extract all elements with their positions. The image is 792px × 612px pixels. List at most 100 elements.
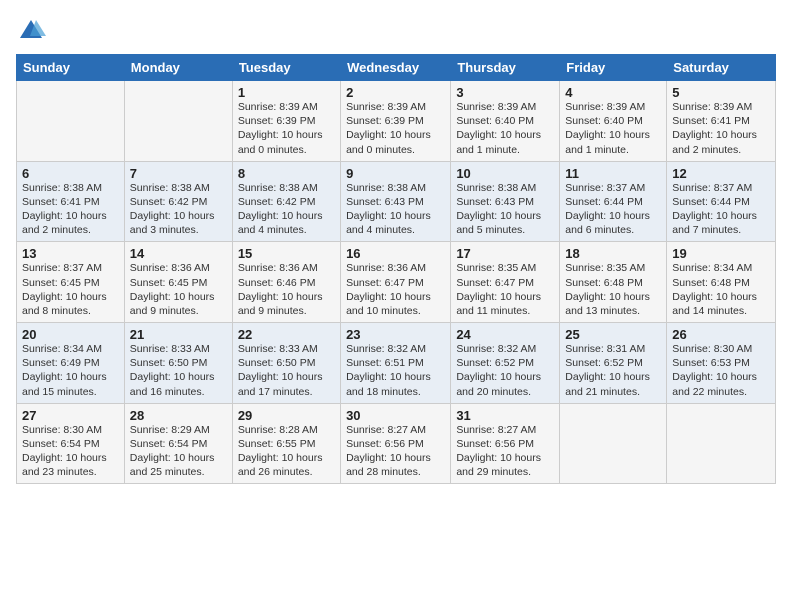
day-info: Sunrise: 8:39 AM Sunset: 6:41 PM Dayligh… [672, 100, 770, 157]
day-number: 15 [238, 246, 335, 261]
calendar-cell: 30Sunrise: 8:27 AM Sunset: 6:56 PM Dayli… [341, 403, 451, 484]
day-number: 10 [456, 166, 554, 181]
day-number: 19 [672, 246, 770, 261]
day-info: Sunrise: 8:38 AM Sunset: 6:42 PM Dayligh… [130, 181, 227, 238]
calendar-cell: 25Sunrise: 8:31 AM Sunset: 6:52 PM Dayli… [560, 323, 667, 404]
day-info: Sunrise: 8:37 AM Sunset: 6:44 PM Dayligh… [672, 181, 770, 238]
week-row-5: 27Sunrise: 8:30 AM Sunset: 6:54 PM Dayli… [17, 403, 776, 484]
week-row-4: 20Sunrise: 8:34 AM Sunset: 6:49 PM Dayli… [17, 323, 776, 404]
day-info: Sunrise: 8:38 AM Sunset: 6:43 PM Dayligh… [346, 181, 445, 238]
day-info: Sunrise: 8:36 AM Sunset: 6:45 PM Dayligh… [130, 261, 227, 318]
day-number: 14 [130, 246, 227, 261]
header-saturday: Saturday [667, 55, 776, 81]
calendar-cell [560, 403, 667, 484]
day-number: 11 [565, 166, 661, 181]
calendar-cell: 8Sunrise: 8:38 AM Sunset: 6:42 PM Daylig… [232, 161, 340, 242]
day-info: Sunrise: 8:32 AM Sunset: 6:51 PM Dayligh… [346, 342, 445, 399]
day-info: Sunrise: 8:30 AM Sunset: 6:53 PM Dayligh… [672, 342, 770, 399]
day-info: Sunrise: 8:38 AM Sunset: 6:43 PM Dayligh… [456, 181, 554, 238]
logo-icon [16, 16, 46, 46]
day-number: 24 [456, 327, 554, 342]
calendar-cell: 12Sunrise: 8:37 AM Sunset: 6:44 PM Dayli… [667, 161, 776, 242]
day-info: Sunrise: 8:37 AM Sunset: 6:44 PM Dayligh… [565, 181, 661, 238]
calendar-header: SundayMondayTuesdayWednesdayThursdayFrid… [17, 55, 776, 81]
day-number: 2 [346, 85, 445, 100]
day-info: Sunrise: 8:34 AM Sunset: 6:48 PM Dayligh… [672, 261, 770, 318]
day-info: Sunrise: 8:36 AM Sunset: 6:46 PM Dayligh… [238, 261, 335, 318]
day-info: Sunrise: 8:35 AM Sunset: 6:47 PM Dayligh… [456, 261, 554, 318]
calendar-cell: 5Sunrise: 8:39 AM Sunset: 6:41 PM Daylig… [667, 81, 776, 162]
day-number: 25 [565, 327, 661, 342]
day-number: 31 [456, 408, 554, 423]
week-row-3: 13Sunrise: 8:37 AM Sunset: 6:45 PM Dayli… [17, 242, 776, 323]
day-info: Sunrise: 8:37 AM Sunset: 6:45 PM Dayligh… [22, 261, 119, 318]
header-wednesday: Wednesday [341, 55, 451, 81]
day-number: 28 [130, 408, 227, 423]
day-number: 3 [456, 85, 554, 100]
week-row-2: 6Sunrise: 8:38 AM Sunset: 6:41 PM Daylig… [17, 161, 776, 242]
calendar-cell: 27Sunrise: 8:30 AM Sunset: 6:54 PM Dayli… [17, 403, 125, 484]
day-info: Sunrise: 8:27 AM Sunset: 6:56 PM Dayligh… [456, 423, 554, 480]
day-number: 5 [672, 85, 770, 100]
day-info: Sunrise: 8:30 AM Sunset: 6:54 PM Dayligh… [22, 423, 119, 480]
day-info: Sunrise: 8:27 AM Sunset: 6:56 PM Dayligh… [346, 423, 445, 480]
calendar-cell: 22Sunrise: 8:33 AM Sunset: 6:50 PM Dayli… [232, 323, 340, 404]
day-info: Sunrise: 8:33 AM Sunset: 6:50 PM Dayligh… [238, 342, 335, 399]
calendar-cell: 18Sunrise: 8:35 AM Sunset: 6:48 PM Dayli… [560, 242, 667, 323]
calendar-cell: 19Sunrise: 8:34 AM Sunset: 6:48 PM Dayli… [667, 242, 776, 323]
calendar-table: SundayMondayTuesdayWednesdayThursdayFrid… [16, 54, 776, 484]
day-number: 1 [238, 85, 335, 100]
day-number: 16 [346, 246, 445, 261]
day-number: 27 [22, 408, 119, 423]
calendar-cell: 4Sunrise: 8:39 AM Sunset: 6:40 PM Daylig… [560, 81, 667, 162]
calendar-cell: 10Sunrise: 8:38 AM Sunset: 6:43 PM Dayli… [451, 161, 560, 242]
calendar-body: 1Sunrise: 8:39 AM Sunset: 6:39 PM Daylig… [17, 81, 776, 484]
day-info: Sunrise: 8:39 AM Sunset: 6:40 PM Dayligh… [565, 100, 661, 157]
calendar-cell: 28Sunrise: 8:29 AM Sunset: 6:54 PM Dayli… [124, 403, 232, 484]
header-monday: Monday [124, 55, 232, 81]
day-number: 13 [22, 246, 119, 261]
calendar-cell: 23Sunrise: 8:32 AM Sunset: 6:51 PM Dayli… [341, 323, 451, 404]
day-number: 6 [22, 166, 119, 181]
day-number: 30 [346, 408, 445, 423]
day-info: Sunrise: 8:38 AM Sunset: 6:41 PM Dayligh… [22, 181, 119, 238]
header-tuesday: Tuesday [232, 55, 340, 81]
week-row-1: 1Sunrise: 8:39 AM Sunset: 6:39 PM Daylig… [17, 81, 776, 162]
day-info: Sunrise: 8:39 AM Sunset: 6:39 PM Dayligh… [346, 100, 445, 157]
calendar-cell [17, 81, 125, 162]
calendar-cell: 2Sunrise: 8:39 AM Sunset: 6:39 PM Daylig… [341, 81, 451, 162]
day-info: Sunrise: 8:33 AM Sunset: 6:50 PM Dayligh… [130, 342, 227, 399]
calendar-cell [124, 81, 232, 162]
day-info: Sunrise: 8:39 AM Sunset: 6:39 PM Dayligh… [238, 100, 335, 157]
calendar-cell: 14Sunrise: 8:36 AM Sunset: 6:45 PM Dayli… [124, 242, 232, 323]
day-number: 12 [672, 166, 770, 181]
day-info: Sunrise: 8:29 AM Sunset: 6:54 PM Dayligh… [130, 423, 227, 480]
calendar-cell [667, 403, 776, 484]
calendar-cell: 29Sunrise: 8:28 AM Sunset: 6:55 PM Dayli… [232, 403, 340, 484]
calendar-cell: 31Sunrise: 8:27 AM Sunset: 6:56 PM Dayli… [451, 403, 560, 484]
day-info: Sunrise: 8:36 AM Sunset: 6:47 PM Dayligh… [346, 261, 445, 318]
calendar-cell: 1Sunrise: 8:39 AM Sunset: 6:39 PM Daylig… [232, 81, 340, 162]
header-row: SundayMondayTuesdayWednesdayThursdayFrid… [17, 55, 776, 81]
day-number: 26 [672, 327, 770, 342]
day-number: 21 [130, 327, 227, 342]
day-number: 7 [130, 166, 227, 181]
calendar-cell: 15Sunrise: 8:36 AM Sunset: 6:46 PM Dayli… [232, 242, 340, 323]
calendar-cell: 13Sunrise: 8:37 AM Sunset: 6:45 PM Dayli… [17, 242, 125, 323]
page-header [16, 16, 776, 46]
calendar-cell: 3Sunrise: 8:39 AM Sunset: 6:40 PM Daylig… [451, 81, 560, 162]
day-number: 20 [22, 327, 119, 342]
day-info: Sunrise: 8:32 AM Sunset: 6:52 PM Dayligh… [456, 342, 554, 399]
day-info: Sunrise: 8:35 AM Sunset: 6:48 PM Dayligh… [565, 261, 661, 318]
day-number: 9 [346, 166, 445, 181]
day-info: Sunrise: 8:38 AM Sunset: 6:42 PM Dayligh… [238, 181, 335, 238]
day-number: 8 [238, 166, 335, 181]
day-info: Sunrise: 8:28 AM Sunset: 6:55 PM Dayligh… [238, 423, 335, 480]
day-info: Sunrise: 8:39 AM Sunset: 6:40 PM Dayligh… [456, 100, 554, 157]
day-number: 23 [346, 327, 445, 342]
day-info: Sunrise: 8:31 AM Sunset: 6:52 PM Dayligh… [565, 342, 661, 399]
calendar-cell: 6Sunrise: 8:38 AM Sunset: 6:41 PM Daylig… [17, 161, 125, 242]
calendar-cell: 24Sunrise: 8:32 AM Sunset: 6:52 PM Dayli… [451, 323, 560, 404]
day-number: 29 [238, 408, 335, 423]
day-number: 18 [565, 246, 661, 261]
